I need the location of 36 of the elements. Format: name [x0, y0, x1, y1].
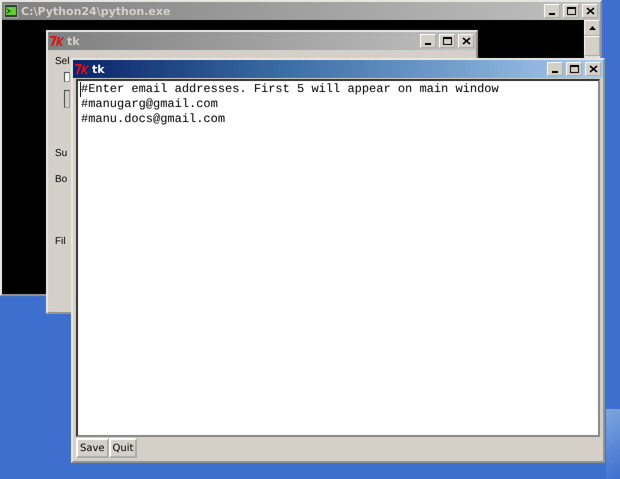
text-line: #manugarg@gmail.com	[80, 97, 218, 112]
maximize-button[interactable]	[439, 34, 455, 48]
close-icon	[462, 37, 470, 45]
maximize-icon	[442, 37, 452, 45]
window-title: tk	[92, 62, 106, 76]
form-label: Fil	[55, 236, 66, 248]
close-button[interactable]	[458, 34, 474, 48]
form-label: Su	[55, 148, 68, 160]
close-icon	[588, 65, 598, 73]
wallpaper-shape	[606, 409, 620, 479]
quit-button[interactable]: Quit	[108, 438, 138, 458]
close-button[interactable]	[585, 62, 601, 76]
text-line: #Enter email addresses. First 5 will appear on main window	[80, 82, 499, 97]
window-title: C:\Python24\python.exe	[21, 4, 172, 18]
maximize-icon	[566, 7, 576, 15]
console-icon	[4, 4, 18, 18]
maximize-icon	[570, 65, 578, 73]
minimize-button[interactable]	[544, 4, 560, 18]
logo-icon	[50, 35, 64, 47]
text-area[interactable]: #Enter email addresses. First 5 will appear on main window #manugarg@gmail.com #manu.docs@gmail.com	[76, 79, 600, 437]
form-label: Sel	[55, 56, 70, 68]
checkbox[interactable]	[64, 72, 70, 82]
save-button[interactable]: Save	[76, 438, 109, 458]
form-label: Bo	[55, 174, 68, 186]
minimize-button[interactable]	[420, 34, 436, 48]
scrollbar[interactable]	[584, 20, 600, 56]
text-box[interactable]	[64, 90, 70, 108]
maximize-button[interactable]	[566, 62, 582, 76]
close-button[interactable]	[582, 4, 598, 18]
text-line: #manu.docs@gmail.com	[80, 112, 226, 127]
arrow-up-icon	[588, 26, 596, 30]
minimize-button[interactable]	[547, 62, 563, 76]
window-title: tk	[67, 34, 81, 48]
close-icon	[586, 7, 594, 15]
maximize-button[interactable]	[563, 4, 579, 18]
logo-icon	[75, 63, 89, 75]
